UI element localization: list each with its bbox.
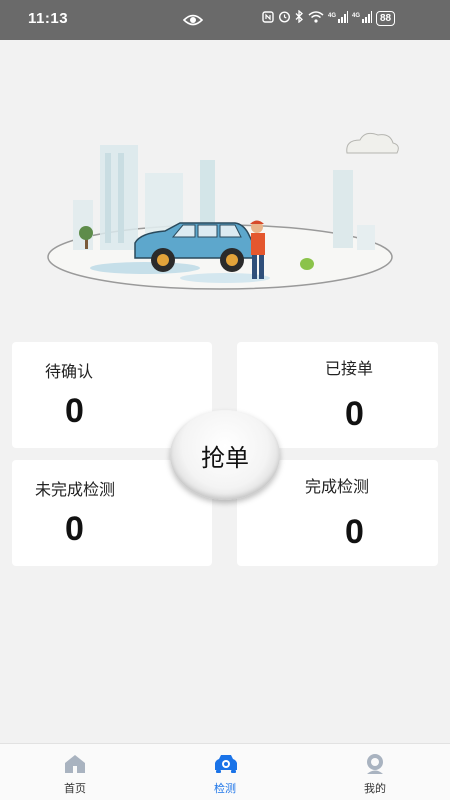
home-icon — [63, 752, 87, 776]
tab-inspect[interactable]: 检测 — [175, 744, 275, 800]
complete-count: 0 — [345, 513, 364, 551]
tab-home[interactable]: 首页 — [25, 744, 125, 800]
complete-label: 完成检测 — [305, 477, 370, 496]
tab-inspect-label: 检测 — [214, 782, 236, 795]
accepted-count: 0 — [345, 395, 364, 433]
pending-label: 待确认 — [45, 362, 94, 381]
inspect-car-icon — [213, 752, 237, 776]
incomplete-label: 未完成检测 — [35, 480, 116, 499]
status-icons: 4G 4G 88 — [262, 9, 396, 26]
status-time: 11:13 — [28, 10, 69, 27]
accepted-label: 已接单 — [325, 359, 374, 378]
hero-illustration — [45, 125, 405, 300]
eye-icon — [182, 12, 204, 31]
battery-indicator: 88 — [376, 10, 396, 26]
tab-mine[interactable]: 我的 — [325, 744, 425, 800]
alarm-icon — [278, 10, 291, 26]
wifi-icon — [308, 10, 324, 26]
svg-text:4G: 4G — [328, 13, 336, 19]
grab-order-label: 抢单 — [201, 443, 249, 472]
bluetooth-icon — [295, 9, 304, 26]
svg-text:4G: 4G — [352, 13, 360, 19]
tab-mine-label: 我的 — [364, 782, 386, 795]
status-bar: 11:13 4G 4G 88 — [0, 0, 450, 40]
pending-count: 0 — [65, 392, 84, 430]
grab-order-button[interactable]: 抢单 — [170, 410, 280, 500]
signal-4g-icon-2: 4G — [352, 10, 372, 26]
tab-home-label: 首页 — [64, 782, 86, 795]
signal-4g-icon: 4G — [328, 10, 348, 26]
nfc-icon — [262, 10, 274, 26]
incomplete-count: 0 — [65, 510, 84, 548]
bottom-tab-bar: 首页 检测 我的 — [0, 743, 450, 800]
profile-icon — [363, 752, 387, 776]
